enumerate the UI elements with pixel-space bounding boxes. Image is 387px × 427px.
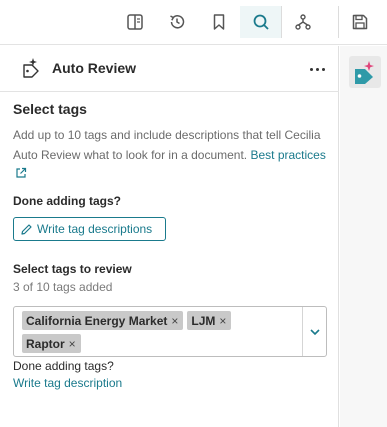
selected-tags: California Energy Market × LJM × Raptor … [22,311,292,353]
chevron-down-icon [310,328,320,335]
toolbar-group-structure [282,6,324,38]
remove-tag-icon[interactable]: × [69,337,76,351]
write-tag-descriptions-button[interactable]: Write tag descriptions [13,217,166,241]
hierarchy-button[interactable] [282,6,324,38]
select-tags-to-review-heading: Select tags to review [13,262,132,276]
save-button[interactable] [339,6,381,38]
search-icon [253,14,269,30]
tag-chip: California Energy Market × [22,311,184,330]
hierarchy-icon [295,14,311,30]
done-adding-label: Done adding tags? [13,194,121,208]
book-icon [127,14,143,30]
book-button[interactable] [114,6,156,38]
select-tags-description: Add up to 10 tags and include descriptio… [13,126,333,185]
right-rail [340,46,387,427]
external-link-icon [16,167,27,178]
history-button[interactable] [156,6,198,38]
auto-review-rail-button[interactable] [349,56,381,88]
search-button[interactable] [240,6,282,38]
select-tags-heading: Select tags [13,101,87,117]
bookmark-icon [213,14,225,30]
tags-count: 3 of 10 tags added [13,280,113,294]
toolbar-group-main [114,6,282,38]
best-practices-label: Best practices [250,147,326,162]
done-adding-label-secondary: Done adding tags? [13,359,114,373]
remove-tag-icon[interactable]: × [171,314,178,328]
tags-dropdown-toggle[interactable] [303,307,327,356]
auto-review-icon [23,58,39,78]
pencil-icon [21,223,32,235]
write-tag-descriptions-label: Write tag descriptions [37,222,153,236]
more-dot-icon [309,67,313,71]
top-toolbar [0,0,387,45]
toolbar-group-save [339,6,381,38]
panel-header: Auto Review [0,46,339,92]
tag-sparkle-icon [355,61,374,84]
write-tag-description-link[interactable]: Write tag description [13,376,122,390]
save-icon [352,14,368,30]
more-dot-icon [321,67,325,71]
history-icon [170,15,185,29]
more-dot-icon [315,67,319,71]
tag-chip-label: California Energy Market [26,313,168,328]
tag-chip: LJM × [187,311,232,330]
tag-multiselect[interactable]: California Energy Market × LJM × Raptor … [13,306,327,357]
tag-chip: Raptor × [22,334,81,353]
more-options-button[interactable] [304,58,330,80]
bookmark-button[interactable] [198,6,240,38]
panel-title: Auto Review [52,60,137,76]
tag-chip-label: Raptor [26,336,65,351]
remove-tag-icon[interactable]: × [219,314,226,328]
tag-chip-label: LJM [191,313,216,328]
